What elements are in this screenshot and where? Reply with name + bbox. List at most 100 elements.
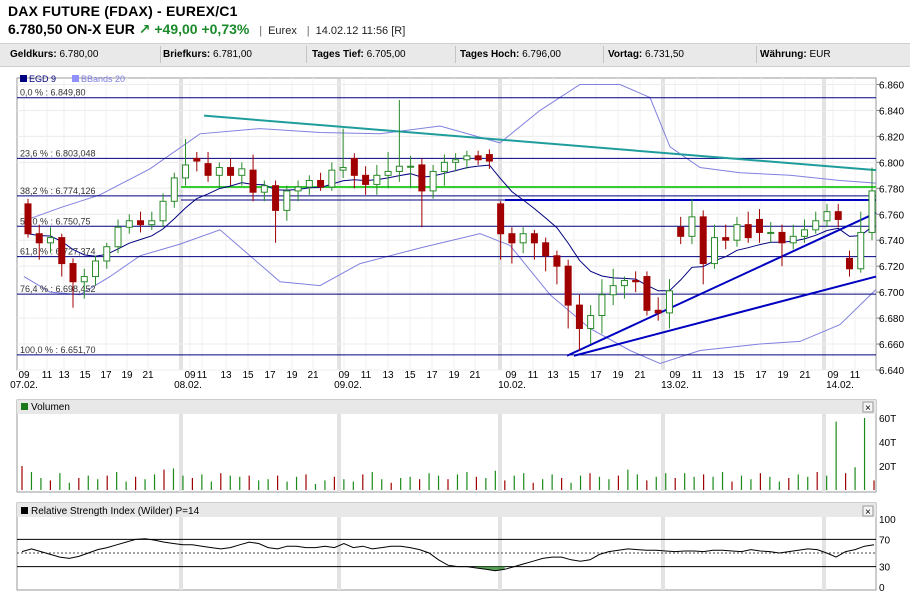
x-hour-label: 13 [382, 370, 394, 381]
session-separator [822, 79, 826, 370]
session-separator [661, 414, 665, 492]
candle-body [249, 169, 257, 193]
session-separator [498, 414, 502, 492]
y-tick-label: 6.840 [879, 106, 904, 117]
volume-y-label: 60T [879, 414, 896, 425]
x-hour-label: 17 [264, 370, 276, 381]
chart-canvas: 6.860 6.840 6.820 6.800 6.780 6.760 6.740 6.720… [10, 74, 904, 594]
candle-body [305, 180, 313, 188]
volume-y-label: 20T [879, 462, 896, 473]
candle-body [204, 163, 212, 176]
candle-body [148, 220, 156, 226]
candle-body [80, 276, 88, 283]
x-date-label: 07.02. [10, 380, 38, 391]
x-hour-label: 15 [404, 370, 416, 381]
y-tick-label: 6.760 [879, 210, 904, 221]
x-date-label: 14.02. [826, 380, 854, 391]
x-hour-label: 11 [528, 370, 539, 381]
x-hour-label: 21 [634, 370, 646, 381]
x-hour-label: 21 [469, 370, 481, 381]
candle-body [452, 159, 460, 163]
rsi-y-label: 100 [879, 515, 896, 526]
candle-body [193, 157, 201, 162]
rsi-y-label: 30 [879, 563, 891, 574]
candle-body [238, 168, 246, 176]
y-tick-label: 6.680 [879, 314, 904, 325]
candle-body [677, 226, 685, 237]
candle-body [35, 233, 43, 244]
candle-body [24, 203, 32, 235]
candle-body [710, 237, 718, 265]
candle-body [103, 246, 111, 262]
y-tick-label: 6.740 [879, 236, 904, 247]
x-hour-label: 17 [755, 370, 767, 381]
x-hour-label: 13 [58, 370, 70, 381]
x-hour-label: 19 [448, 370, 460, 381]
candle-body [744, 224, 752, 239]
price-pane-frame [16, 77, 877, 371]
candle-body [632, 279, 640, 283]
y-tick-label: 6.720 [879, 262, 904, 273]
candle-body [767, 231, 775, 234]
y-tick-label: 6.700 [879, 288, 904, 299]
session-separator [179, 79, 183, 370]
candle-body [823, 211, 831, 222]
candle-body [587, 314, 595, 329]
x-hour-label: 15 [79, 370, 91, 381]
x-hour-label: 13 [712, 370, 724, 381]
volume-legend-swatch [21, 403, 28, 410]
fib-level-label: 100,0 % : 6.651,70 [20, 345, 96, 355]
candle-body [755, 218, 763, 233]
candle-body [834, 211, 842, 220]
candle-body [440, 161, 448, 172]
candle-body [182, 164, 190, 179]
rsi-y-label: 0 [879, 583, 885, 594]
candle-body [800, 229, 808, 237]
x-hour-label: 21 [307, 370, 319, 381]
x-date-label: 13.02. [661, 380, 689, 391]
candle-body [328, 169, 336, 188]
candle-body [553, 255, 561, 267]
close-icon: × [865, 403, 871, 414]
candle-body [643, 276, 651, 311]
candle-body [598, 294, 606, 316]
candle-body [620, 279, 628, 287]
candle-body [170, 177, 178, 202]
y-tick-label: 6.820 [879, 132, 904, 143]
candle-body [688, 216, 696, 237]
candle-body [665, 290, 673, 314]
candle-body [137, 220, 145, 226]
candle-body [530, 233, 538, 244]
y-tick-label: 6.800 [879, 158, 904, 169]
candle-body [418, 164, 426, 192]
candle-body [92, 260, 100, 278]
x-hour-label: 13 [547, 370, 559, 381]
candle-body [429, 170, 437, 192]
candle-body [519, 233, 527, 244]
candle-body [474, 155, 482, 161]
candle-body [294, 186, 302, 192]
candle-body [508, 233, 516, 244]
candle-body [272, 185, 280, 211]
candle-body [868, 190, 876, 233]
y-tick-label: 6.660 [879, 340, 904, 351]
x-date-label: 09.02. [334, 380, 362, 391]
x-hour-label: 11 [692, 370, 703, 381]
candle-body [654, 309, 662, 314]
candle-body [733, 224, 741, 241]
candle-body [58, 237, 66, 265]
candle-body [47, 237, 55, 244]
candle-body [260, 185, 268, 193]
candle-body [857, 231, 865, 270]
candle-body [575, 304, 583, 329]
candle-body [485, 154, 493, 162]
candle-body [812, 220, 820, 231]
candle-body [463, 155, 471, 161]
close-icon: × [865, 507, 871, 518]
x-hour-label: 15 [733, 370, 745, 381]
fib-level-label: 0,0 % : 6.849,80 [20, 88, 86, 98]
legend-swatch-bbands [72, 75, 79, 82]
y-tick-label: 6.780 [879, 184, 904, 195]
y-tick-label: 6.640 [879, 366, 904, 377]
volume-y-label: 40T [879, 438, 896, 449]
